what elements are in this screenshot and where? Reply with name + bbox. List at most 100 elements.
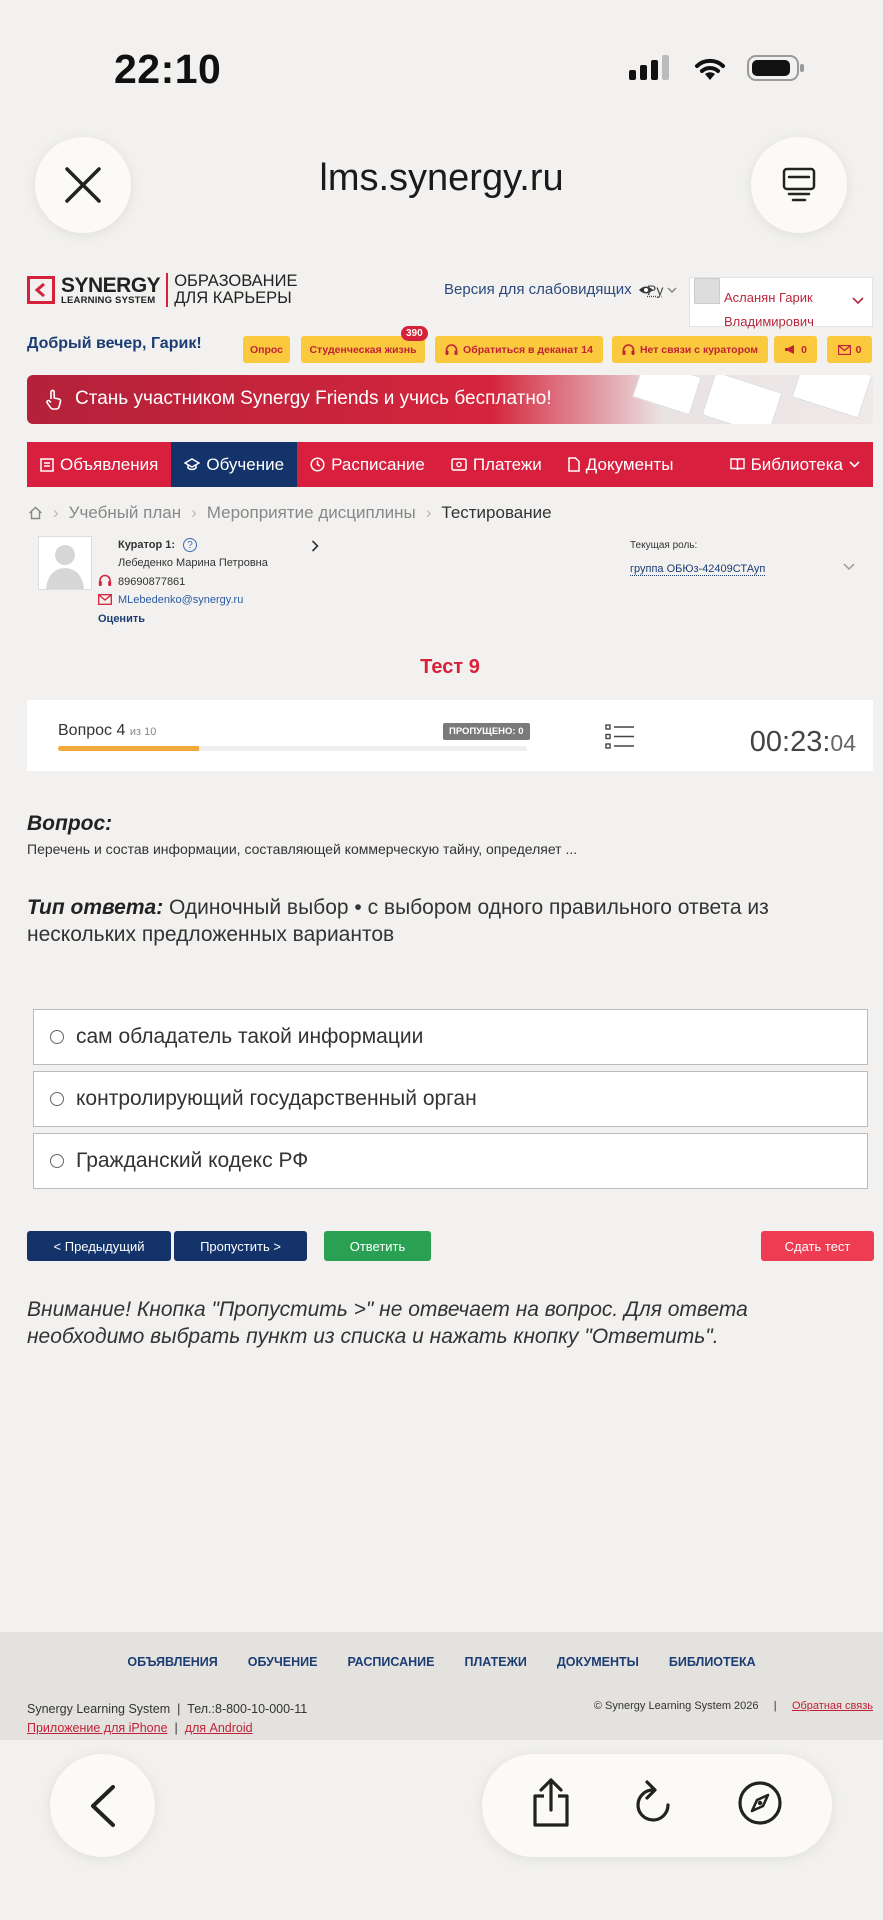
nav-documents[interactable]: Документы — [555, 442, 687, 487]
nav-announcements[interactable]: Объявления — [27, 442, 171, 487]
breadcrumb-discipline-event[interactable]: Мероприятие дисциплины — [207, 503, 416, 523]
messages-counter[interactable]: 0 — [827, 336, 872, 363]
breadcrumb: › Учебный план › Мероприятие дисциплины … — [28, 503, 552, 523]
reader-mode-button[interactable] — [751, 137, 847, 233]
rate-curator-link[interactable]: Оценить — [98, 613, 145, 625]
compass-icon — [736, 1779, 784, 1827]
user-avatar — [694, 278, 720, 304]
iphone-app-link[interactable]: Приложение для iPhone — [27, 1721, 168, 1735]
home-icon — [28, 506, 43, 520]
nav-library[interactable]: Библиотека — [717, 442, 873, 487]
feedback-link[interactable]: Обратная связь — [792, 1700, 873, 1712]
skip-button[interactable]: Пропустить > — [174, 1231, 307, 1261]
greeting: Добрый вечер, Гарик! — [27, 335, 202, 353]
student-life-badge: 390 — [401, 326, 428, 341]
language-value: Ру — [647, 282, 663, 298]
vision-label: Версия для слабовидящих — [444, 281, 632, 298]
headset-icon — [98, 574, 112, 587]
mail-icon — [98, 594, 112, 605]
megaphone-icon — [784, 344, 796, 355]
question-progress — [58, 746, 527, 751]
curator-name: Лебеденко Марина Петровна — [118, 557, 268, 569]
footer-link-documents[interactable]: ДОКУМЕНТЫ — [557, 1655, 639, 1669]
no-curator-contact-button[interactable]: Нет связи с куратором — [612, 336, 768, 363]
headset-icon — [622, 344, 635, 356]
hand-pointer-icon — [44, 389, 64, 411]
radio-button[interactable] — [50, 1154, 64, 1168]
answer-option[interactable]: сам обладатель такой информации — [33, 1009, 868, 1065]
dean-office-button[interactable]: Обратиться в деканат 14 — [435, 336, 603, 363]
status-icons — [629, 54, 805, 82]
question-text: Перечень и состав информации, составляющ… — [27, 841, 577, 857]
android-app-link[interactable]: для Android — [185, 1721, 253, 1735]
wallet-icon — [451, 458, 467, 471]
reload-icon — [632, 1779, 676, 1827]
synergy-logo-icon — [27, 276, 55, 304]
status-time: 22:10 — [114, 46, 221, 93]
answer-button[interactable]: Ответить — [324, 1231, 431, 1261]
footer-link-schedule[interactable]: РАСПИСАНИЕ — [347, 1655, 434, 1669]
logo-name: SYNERGY — [61, 275, 160, 296]
answer-option[interactable]: Гражданский кодекс РФ — [33, 1133, 868, 1189]
footer-link-announcements[interactable]: ОБЪЯВЛЕНИЯ — [127, 1655, 217, 1669]
slogan-line1: ОБРАЗОВАНИЕ — [174, 273, 297, 290]
footer-links: ОБЪЯВЛЕНИЯ ОБУЧЕНИЕ РАСПИСАНИЕ ПЛАТЕЖИ Д… — [0, 1655, 883, 1669]
radio-button[interactable] — [50, 1092, 64, 1106]
chevron-down-icon — [852, 297, 864, 305]
accessibility-link[interactable]: Версия для слабовидящих — [444, 281, 654, 298]
logo-sub: LEARNING SYSTEM — [61, 296, 160, 306]
list-icon — [40, 458, 54, 472]
chevron-right-icon — [311, 540, 319, 552]
headset-icon — [445, 344, 458, 356]
breadcrumb-curriculum[interactable]: Учебный план — [69, 503, 181, 523]
nav-schedule[interactable]: Расписание — [297, 442, 438, 487]
curator-phone: 89690877861 — [118, 576, 185, 588]
compass-button[interactable] — [736, 1779, 784, 1832]
reload-button[interactable] — [632, 1779, 676, 1832]
role-select[interactable]: группа ОБЮз-42409СТАуп — [630, 563, 765, 576]
nav-payments[interactable]: Платежи — [438, 442, 555, 487]
site-footer: ОБЪЯВЛЕНИЯ ОБУЧЕНИЕ РАСПИСАНИЕ ПЛАТЕЖИ Д… — [0, 1632, 883, 1740]
user-name: Асланян Гарик Владимирович — [724, 286, 848, 334]
share-icon — [530, 1778, 572, 1828]
battery-icon — [747, 54, 805, 82]
previous-button[interactable]: < Предыдущий — [27, 1231, 171, 1261]
radio-button[interactable] — [50, 1030, 64, 1044]
survey-button[interactable]: Опрос — [243, 336, 290, 363]
share-button[interactable] — [530, 1778, 572, 1833]
main-nav: Объявления Обучение Расписание Платежи Д… — [27, 442, 873, 487]
curator-email[interactable]: MLebedenko@synergy.ru — [118, 594, 243, 606]
browser-toolbar — [482, 1754, 832, 1857]
timer: 00:23:04 — [750, 726, 856, 759]
person-icon — [42, 539, 88, 589]
breadcrumb-testing: Тестирование — [441, 503, 551, 523]
curator-avatar — [38, 536, 92, 590]
footer-link-payments[interactable]: ПЛАТЕЖИ — [464, 1655, 526, 1669]
banner-text: Стань участником Synergy Friends и учись… — [75, 388, 552, 410]
synergy-logo[interactable]: SYNERGY LEARNING SYSTEM ОБРАЗОВАНИЕ ДЛЯ … — [27, 273, 297, 307]
answer-option[interactable]: контролирующий государственный орган — [33, 1071, 868, 1127]
wifi-icon — [691, 54, 729, 82]
submit-test-button[interactable]: Сдать тест — [761, 1231, 874, 1261]
question-list-icon[interactable] — [605, 724, 635, 749]
back-button[interactable] — [50, 1754, 155, 1857]
question-label: Вопрос: — [27, 812, 112, 836]
clock-icon — [310, 457, 325, 472]
synergy-friends-banner[interactable]: Стань участником Synergy Friends и учись… — [27, 375, 873, 424]
nav-learning[interactable]: Обучение — [171, 442, 297, 487]
help-icon[interactable]: ? — [183, 538, 197, 552]
footer-link-library[interactable]: БИБЛИОТЕКА — [669, 1655, 756, 1669]
document-icon — [568, 457, 580, 472]
curator-title: Куратор 1: ? — [118, 538, 197, 552]
footer-link-learning[interactable]: ОБУЧЕНИЕ — [248, 1655, 318, 1669]
user-menu[interactable]: Асланян Гарик Владимирович — [689, 277, 873, 327]
graduation-cap-icon — [184, 458, 200, 471]
announcements-counter[interactable]: 0 — [774, 336, 817, 363]
language-select[interactable]: Ру — [647, 282, 677, 298]
role-label: Текущая роль: — [630, 540, 697, 551]
skip-warning: Внимание! Кнопка "Пропустить >" не отвеч… — [27, 1296, 867, 1350]
progress-fill — [58, 746, 199, 751]
chevron-down-icon — [667, 287, 677, 293]
skipped-counter: ПРОПУЩЕНО: 0 — [443, 723, 530, 740]
book-icon — [730, 458, 745, 471]
